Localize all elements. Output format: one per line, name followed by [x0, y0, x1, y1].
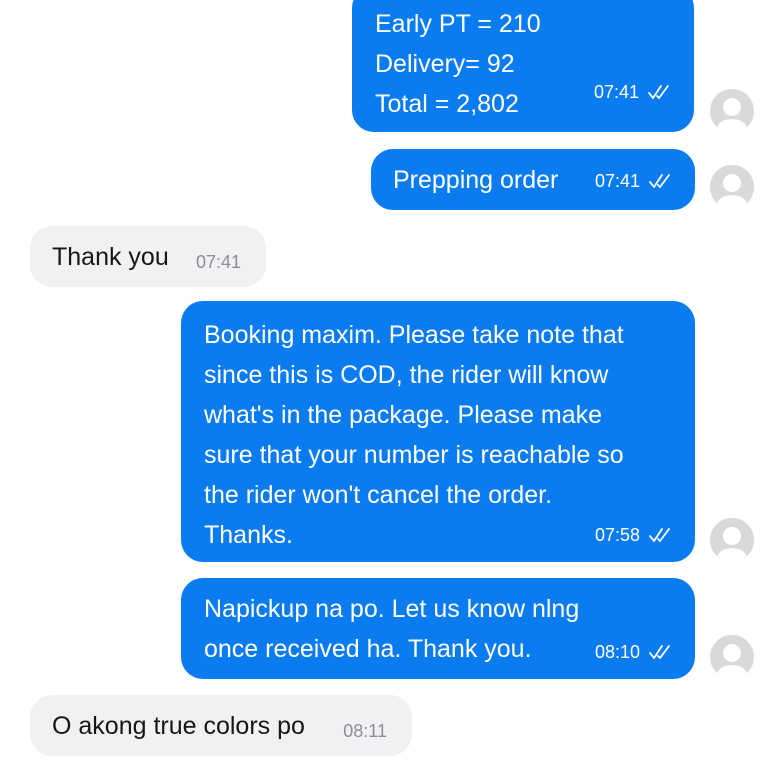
person-placeholder-icon: [710, 89, 754, 133]
message-text-line: Delivery= 92: [375, 50, 515, 78]
message-bubble-incoming[interactable]: Thank you 07:41: [30, 226, 266, 287]
message-bubble-outgoing[interactable]: Early PT = 210 Delivery= 92 Total = 2,80…: [352, 0, 694, 132]
avatar[interactable]: [710, 89, 754, 133]
person-placeholder-icon: [710, 165, 754, 209]
message-time: 07:41: [195, 252, 241, 272]
message-meta: 07:41: [594, 82, 670, 102]
message-text-line: sure that your number is reachable so: [204, 441, 624, 469]
message-text-line: Napickup na po. Let us know nlng: [204, 595, 580, 623]
message-time: 08:11: [343, 721, 387, 741]
person-placeholder-icon: [710, 518, 754, 562]
message-meta: 08:11: [343, 721, 387, 741]
avatar[interactable]: [710, 635, 754, 679]
double-check-icon: [649, 645, 670, 659]
message-bubble-outgoing[interactable]: Prepping order 07:41: [371, 149, 695, 210]
message-time: 07:41: [593, 82, 639, 102]
person-placeholder-icon: [710, 635, 754, 679]
message-meta: 08:10: [595, 642, 671, 662]
message-text-line: what's in the package. Please make: [204, 401, 603, 429]
message-meta: 07:58: [595, 525, 671, 545]
message-bubble-incoming[interactable]: O akong true colors po 08:11: [30, 695, 412, 756]
double-check-icon: [648, 85, 669, 99]
avatar[interactable]: [710, 165, 754, 209]
message-text-line: Early PT = 210: [375, 10, 541, 38]
message-bubble-outgoing[interactable]: Napickup na po. Let us know nlng once re…: [181, 578, 695, 679]
message-meta: 07:41: [196, 252, 241, 272]
message-text-line: the rider won't cancel the order.: [204, 481, 553, 509]
message-text-line: Booking maxim. Please take note that: [204, 321, 624, 349]
message-bubble-outgoing[interactable]: Booking maxim. Please take note that sin…: [181, 301, 695, 562]
message-text-line: since this is COD, the rider will know: [204, 361, 609, 389]
message-time: 07:41: [594, 171, 640, 191]
message-time: 07:58: [594, 525, 640, 545]
avatar[interactable]: [710, 518, 754, 562]
double-check-icon: [649, 528, 670, 542]
message-meta: 07:41: [595, 171, 671, 191]
message-time: 08:10: [594, 642, 640, 662]
double-check-icon: [649, 174, 670, 188]
